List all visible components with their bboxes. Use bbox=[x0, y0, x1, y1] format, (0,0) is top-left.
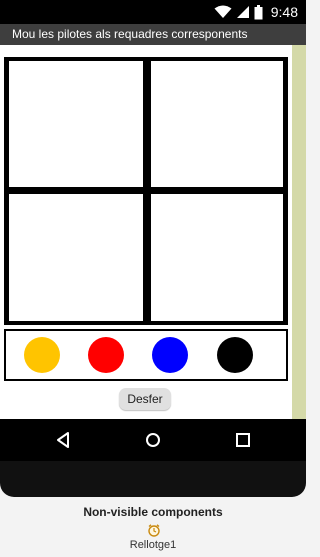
yellow-ball[interactable] bbox=[24, 337, 60, 373]
battery-icon bbox=[254, 4, 263, 19]
app-title: Mou les pilotes als requadres correspone… bbox=[12, 27, 248, 41]
wifi-icon bbox=[214, 5, 232, 18]
drop-box-3[interactable] bbox=[9, 194, 143, 321]
app-title-bar: Mou les pilotes als requadres correspone… bbox=[0, 24, 306, 45]
status-time: 9:48 bbox=[270, 4, 298, 20]
drop-box-1[interactable] bbox=[9, 61, 143, 187]
home-icon[interactable] bbox=[142, 429, 164, 451]
ball-tray bbox=[4, 329, 288, 381]
clock-icon bbox=[148, 524, 160, 537]
drop-box-2[interactable] bbox=[151, 61, 283, 187]
clock-component-label: Rellotge1 bbox=[129, 539, 177, 551]
status-icons: 9:48 bbox=[214, 3, 298, 21]
recents-icon[interactable] bbox=[232, 429, 254, 451]
red-ball[interactable] bbox=[88, 337, 124, 373]
phone-frame: 9:48 Mou les pilotes als requadres corre… bbox=[0, 0, 306, 497]
black-ball[interactable] bbox=[217, 337, 253, 373]
app-screen: Desfer bbox=[0, 45, 306, 419]
drop-box-4[interactable] bbox=[151, 194, 283, 321]
navigation-bar bbox=[0, 419, 306, 461]
status-bar: 9:48 bbox=[0, 0, 306, 24]
drop-grid bbox=[4, 57, 288, 325]
non-visible-components-panel: Non-visible components Rellotge1 bbox=[0, 500, 306, 557]
blue-ball[interactable] bbox=[152, 337, 188, 373]
scroll-strip bbox=[292, 45, 306, 419]
back-icon[interactable] bbox=[52, 429, 74, 451]
undo-button[interactable]: Desfer bbox=[119, 388, 171, 410]
non-visible-title: Non-visible components bbox=[83, 505, 223, 519]
cell-signal-icon bbox=[236, 6, 249, 18]
